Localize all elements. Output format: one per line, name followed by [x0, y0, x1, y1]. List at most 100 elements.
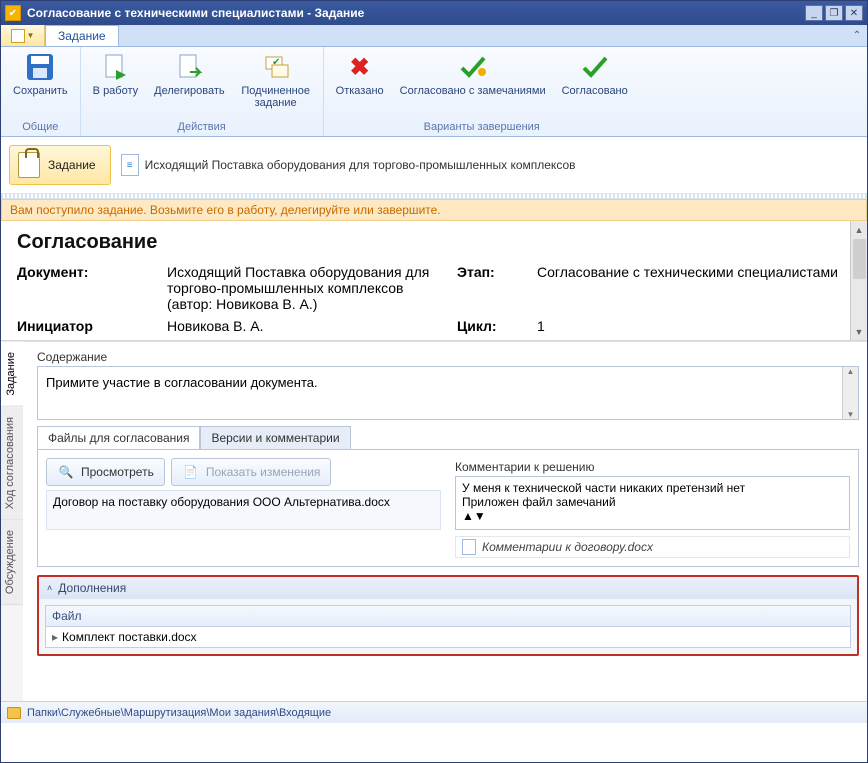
details-scrollbar[interactable]: ▲ ▼	[850, 221, 867, 340]
folder-icon	[7, 707, 21, 719]
details-pane: Согласование Документ: Исходящий Поставк…	[1, 221, 867, 341]
diff-icon: 📄	[182, 463, 200, 481]
document-link-text: Исходящий Поставка оборудования для торг…	[145, 158, 576, 172]
stage-value: Согласование с техническими специалистам…	[537, 264, 851, 312]
scroll-thumb[interactable]	[853, 239, 866, 279]
close-button[interactable]: ✕	[845, 5, 863, 21]
side-tabs: Задание Ход согласования Обсуждение	[1, 342, 23, 701]
row-indicator-icon: ▸	[52, 630, 58, 644]
svg-text:✔: ✔	[272, 57, 280, 68]
lower-panel: Задание Ход согласования Обсуждение Соде…	[1, 341, 867, 701]
refused-label: Отказано	[336, 85, 384, 97]
ribbon-collapse-icon[interactable]: ⌃	[847, 25, 867, 46]
list-icon	[11, 29, 25, 43]
task-pill-button[interactable]: Задание	[9, 145, 111, 185]
side-tab-task[interactable]: Задание	[1, 342, 23, 407]
ribbon-group-complete: ✖ Отказано Согласовано с замечаниями Сог…	[324, 47, 640, 136]
side-tab-discussion[interactable]: Обсуждение	[1, 520, 23, 605]
maximize-button[interactable]: ❐	[825, 5, 843, 21]
agreed-notes-button[interactable]: Согласовано с замечаниями	[394, 49, 552, 99]
ribbon-group-complete-label: Варианты завершения	[330, 119, 634, 136]
document-link[interactable]: ≡ Исходящий Поставка оборудования для то…	[121, 154, 576, 176]
subtask-button[interactable]: ✔ Подчиненное задание	[235, 49, 317, 111]
view-button[interactable]: 🔍 Просмотреть	[46, 458, 165, 486]
chevron-up-icon: ˄	[47, 583, 52, 593]
chevron-down-icon: ▼	[27, 31, 35, 40]
statusbar-path: Папки\Служебные\Маршрутизация\Мои задани…	[27, 707, 331, 719]
stage-label: Этап:	[457, 264, 527, 312]
quick-access-strip: ▼ Задание ⌃	[1, 25, 867, 47]
save-label: Сохранить	[13, 85, 68, 97]
magnifier-icon: 🔍	[57, 463, 75, 481]
file-item: Договор на поставку оборудования ООО Аль…	[53, 495, 390, 509]
ribbon-group-common-label: Общие	[7, 119, 74, 136]
ribbon-tab-task[interactable]: Задание	[45, 25, 119, 46]
minimize-button[interactable]: _	[805, 5, 823, 21]
ribbon-group-common: Сохранить Общие	[1, 47, 81, 136]
comments-scrollbar[interactable]: ▲▼	[462, 509, 843, 523]
word-icon	[462, 539, 476, 555]
addons-col-file[interactable]: Файл	[45, 605, 851, 627]
document-icon: ≡	[121, 154, 139, 176]
addons-title: Дополнения	[58, 581, 126, 595]
info-banner: Вам поступило задание. Возьмите его в ра…	[1, 199, 867, 221]
document-play-icon	[99, 51, 131, 83]
comments-label: Комментарии к решению	[455, 460, 850, 474]
addons-row-file: Комплект поставки.docx	[62, 630, 197, 644]
document-value: Исходящий Поставка оборудования для торг…	[167, 264, 447, 312]
cycle-value: 1	[537, 318, 851, 334]
delegate-label: Делегировать	[154, 85, 225, 97]
statusbar: Папки\Служебные\Маршрутизация\Мои задани…	[1, 701, 867, 723]
to-work-button[interactable]: В работу	[87, 49, 144, 99]
agreed-button[interactable]: Согласовано	[556, 49, 634, 99]
show-changes-label: Показать изменения	[206, 465, 321, 479]
comments-textarea[interactable]: У меня к технической части никаких прете…	[455, 476, 850, 530]
ribbon: Сохранить Общие В работу Делегировать ✔	[1, 47, 867, 137]
titlebar: ✔ Согласование с техническими специалист…	[1, 1, 867, 25]
content-scrollbar[interactable]: ▲▼	[842, 367, 858, 419]
initiator-label: Инициатор	[17, 318, 157, 334]
initiator-value: Новикова В. А.	[167, 318, 447, 334]
delegate-button[interactable]: Делегировать	[148, 49, 231, 99]
qat-menu-button[interactable]: ▼	[1, 25, 45, 46]
subtask-icon: ✔	[260, 51, 292, 83]
content-text: Примите участие в согласовании документа…	[46, 375, 318, 390]
cross-icon: ✖	[344, 51, 376, 83]
view-label: Просмотреть	[81, 465, 154, 479]
content-textarea[interactable]: Примите участие в согласовании документа…	[37, 366, 859, 420]
subheader: Задание ≡ Исходящий Поставка оборудовани…	[1, 137, 867, 193]
check-icon	[579, 51, 611, 83]
side-tab-progress[interactable]: Ход согласования	[1, 407, 23, 520]
agreed-notes-label: Согласовано с замечаниями	[400, 85, 546, 97]
check-star-icon	[457, 51, 489, 83]
content-label: Содержание	[37, 350, 859, 364]
scroll-down-icon[interactable]: ▼	[855, 323, 864, 340]
inner-tab-files[interactable]: Файлы для согласования	[37, 426, 200, 449]
to-work-label: В работу	[93, 85, 138, 97]
cycle-label: Цикл:	[457, 318, 527, 334]
ribbon-group-actions: В работу Делегировать ✔ Подчиненное зада…	[81, 47, 324, 136]
files-list[interactable]: Договор на поставку оборудования ООО Аль…	[46, 490, 441, 530]
attachment-name: Комментарии к договору.docx	[482, 540, 653, 554]
inner-tab-versions[interactable]: Версии и комментарии	[200, 426, 350, 449]
save-icon	[24, 51, 56, 83]
refused-button[interactable]: ✖ Отказано	[330, 49, 390, 99]
subtask-label: Подчиненное задание	[241, 85, 311, 109]
agreed-label: Согласовано	[562, 85, 628, 97]
window-title: Согласование с техническими специалистам…	[27, 6, 803, 20]
attachment-row[interactable]: Комментарии к договору.docx	[455, 536, 850, 558]
task-pill-label: Задание	[48, 158, 96, 172]
document-label: Документ:	[17, 264, 157, 312]
comment-line-1: У меня к технической части никаких прете…	[462, 481, 843, 495]
app-icon: ✔	[5, 5, 21, 21]
page-title: Согласование	[17, 231, 851, 254]
scroll-up-icon[interactable]: ▲	[855, 221, 864, 238]
comment-line-2: Приложен файл замечаний	[462, 495, 843, 509]
addons-header[interactable]: ˄ Дополнения	[39, 577, 857, 599]
addons-row[interactable]: ▸ Комплект поставки.docx	[45, 627, 851, 648]
clipboard-icon	[18, 152, 40, 178]
show-changes-button[interactable]: 📄 Показать изменения	[171, 458, 332, 486]
save-button[interactable]: Сохранить	[7, 49, 74, 99]
ribbon-group-actions-label: Действия	[87, 119, 317, 136]
addons-panel: ˄ Дополнения Файл ▸ Комплект поставки.do…	[37, 575, 859, 656]
